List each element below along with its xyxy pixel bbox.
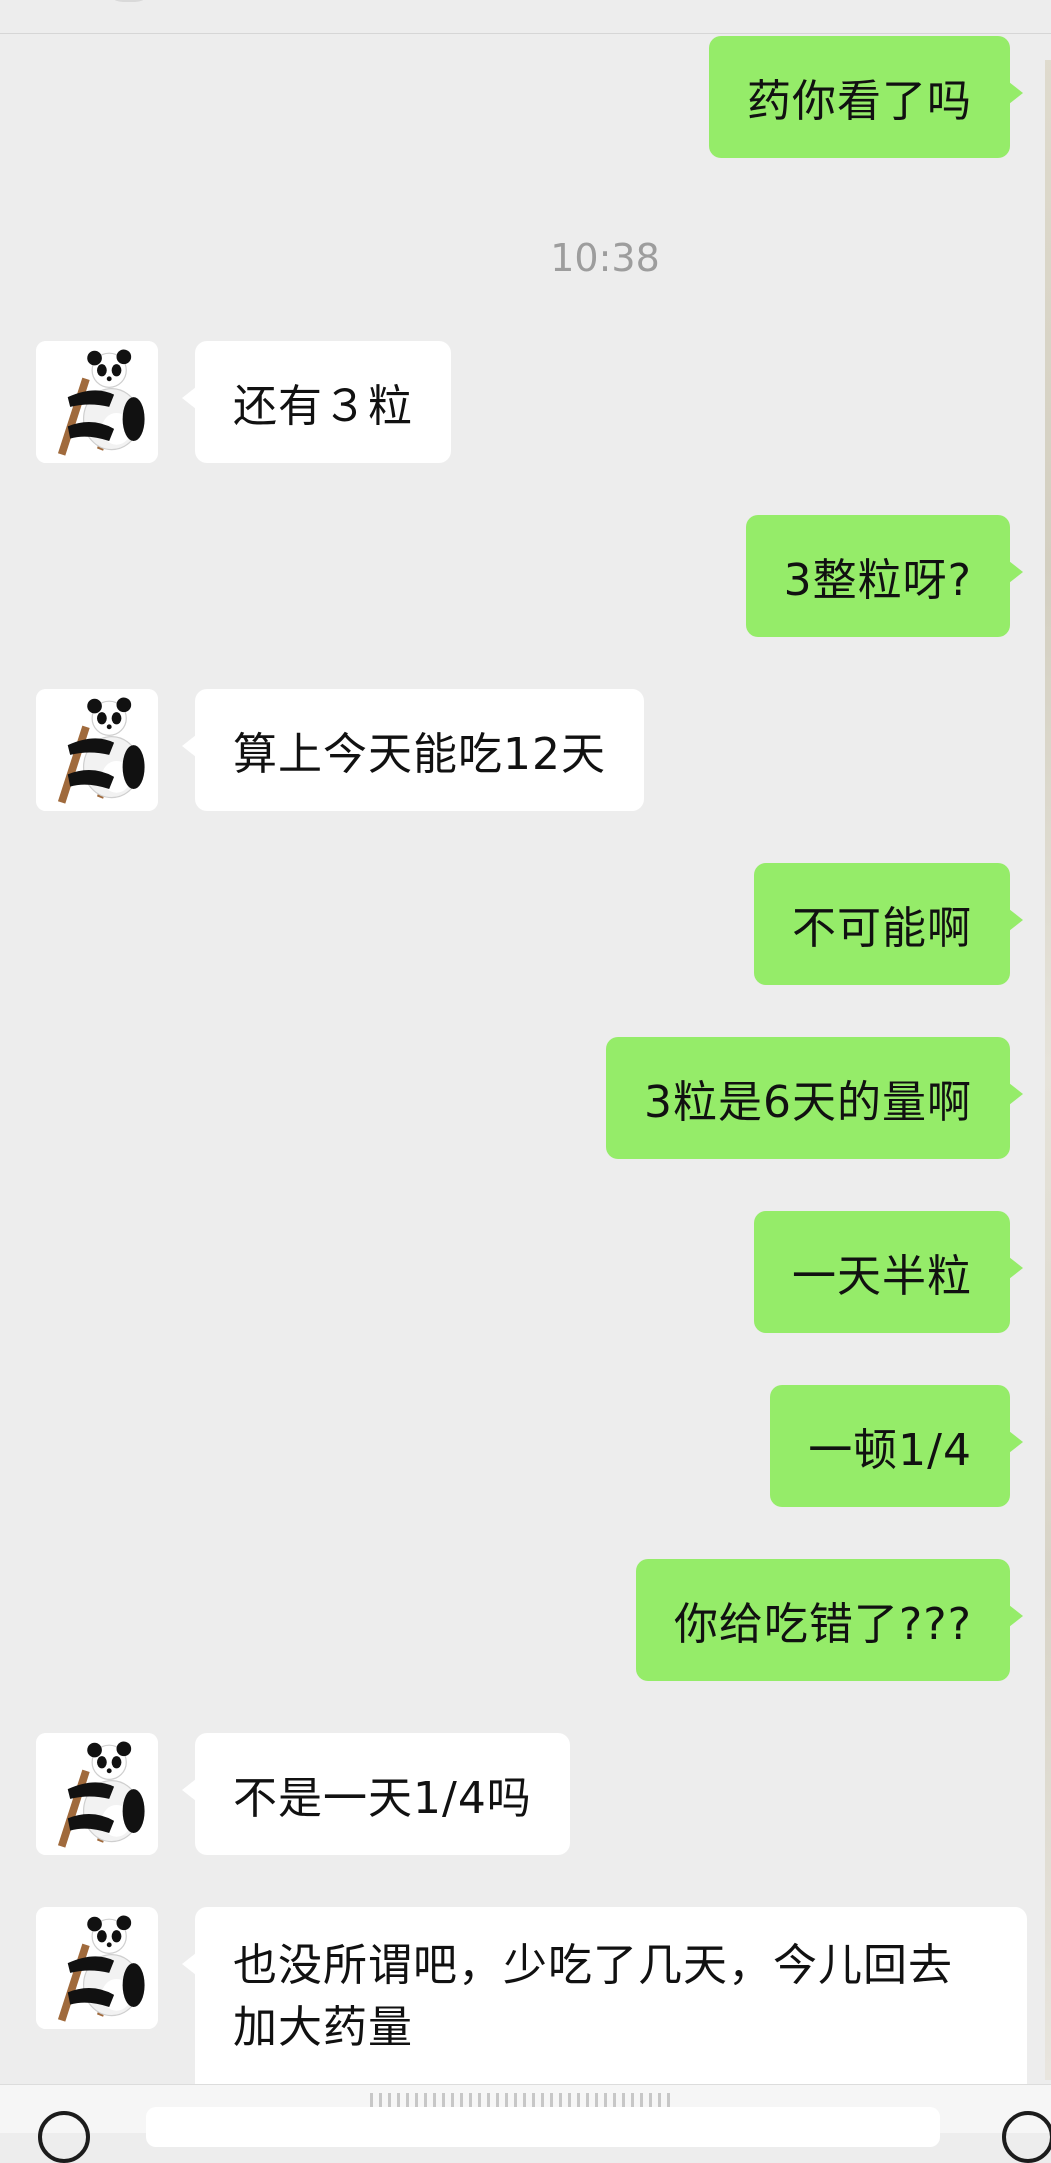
message-bubble-incoming[interactable]: 不是一天1/4吗 [182,1733,570,1855]
message-bubble-outgoing[interactable]: 你给吃错了??? [635,1559,1024,1681]
message-bubble-outgoing[interactable]: 一顿1/4 [770,1385,1023,1507]
contact-avatar[interactable] [36,1907,158,2029]
message-bubble-outgoing[interactable]: 不可能啊 [754,863,1023,985]
message-bubble-incoming[interactable]: 也没所谓吧，少吃了几天，今儿回去加大药量 [182,1907,1027,2097]
message-bubble-outgoing[interactable]: 药你看了吗 [709,36,1023,158]
message-input[interactable] [146,2107,940,2147]
top-bar [0,0,1051,34]
message-timestamp: 10:38 [550,236,660,280]
emoji-icon[interactable] [1002,2111,1051,2163]
top-avatar-edge [105,0,153,2]
contact-avatar[interactable] [36,1733,158,1855]
adjacent-screen-edge [1045,60,1051,2080]
voice-icon[interactable] [38,2111,90,2163]
message-bubble-outgoing[interactable]: 3整粒呀? [745,515,1024,637]
message-bubble-outgoing[interactable]: 一天半粒 [754,1211,1023,1333]
chat-input-bar [0,2084,1051,2163]
panda-avatar-icon [36,341,158,463]
message-bubble-outgoing[interactable]: 3粒是6天的量啊 [606,1037,1023,1159]
message-bubble-incoming[interactable]: 算上今天能吃12天 [182,689,644,811]
contact-avatar[interactable] [36,341,158,463]
contact-avatar[interactable] [36,689,158,811]
message-bubble-incoming[interactable]: 还有３粒 [182,341,451,463]
panda-avatar-icon [36,1907,158,2029]
panda-avatar-icon [36,1733,158,1855]
keyboard-edge [370,2093,670,2107]
panda-avatar-icon [36,689,158,811]
